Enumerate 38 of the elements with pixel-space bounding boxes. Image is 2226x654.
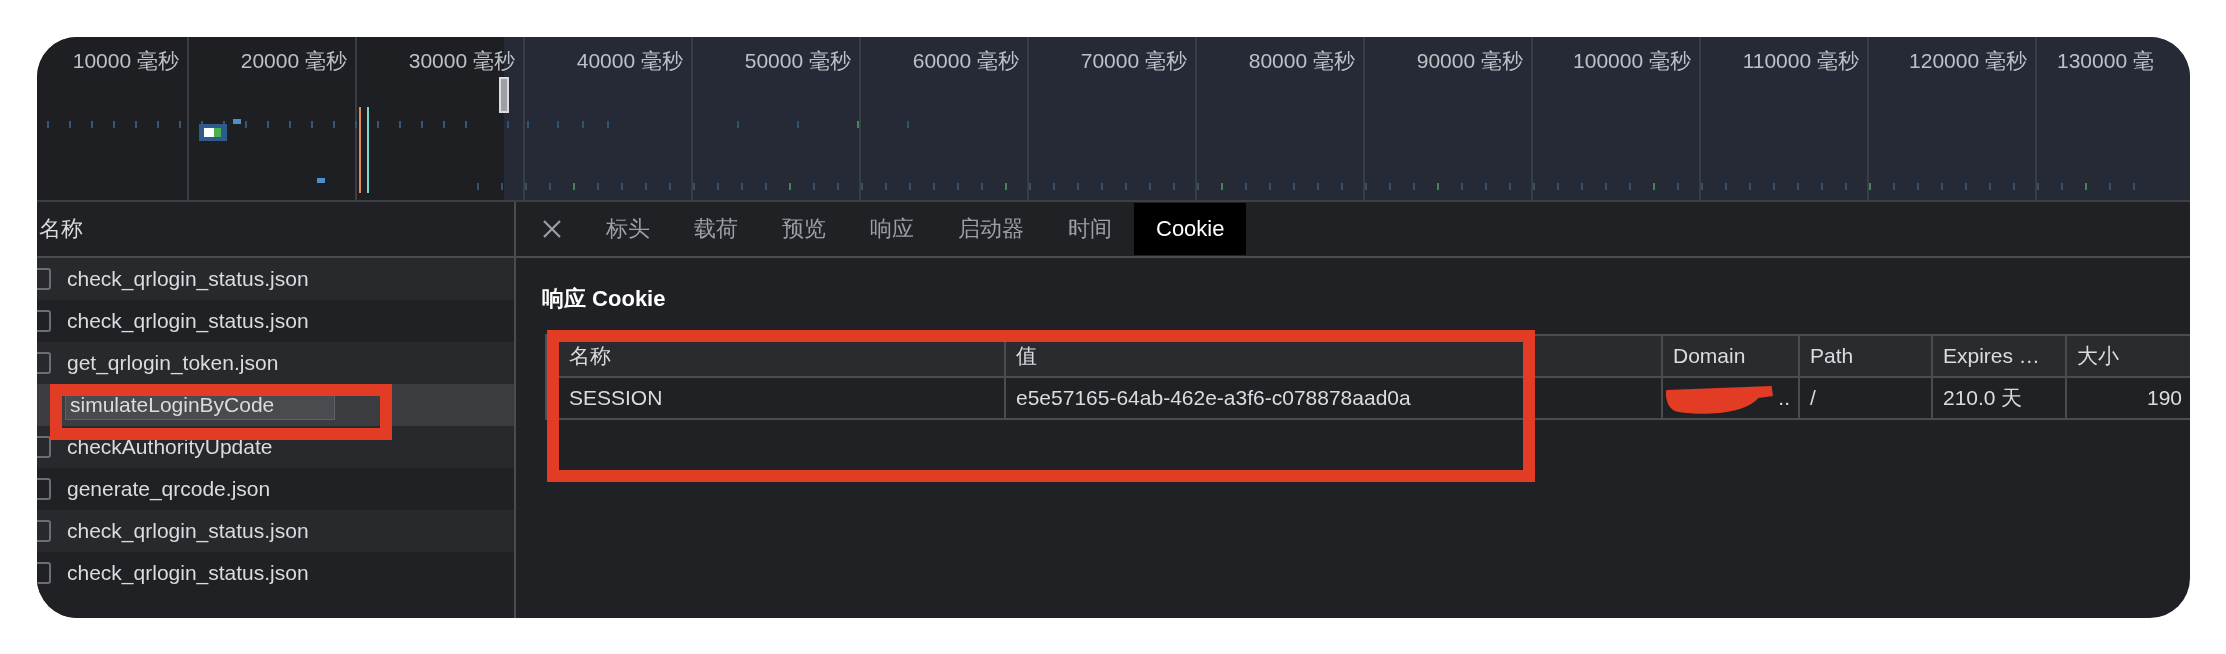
time-tick-label: 110000 毫秒 [1742, 48, 1859, 74]
table-cell: e5e57165-64ab-462e-a3f6-c078878aad0a [1006, 378, 1663, 418]
column-header[interactable]: 值 [1006, 336, 1663, 376]
table-cell-text: 190 [2145, 385, 2183, 411]
column-header: 名称 [39, 215, 83, 243]
column-header[interactable]: Expires … [1933, 336, 2067, 376]
time-tick-label: 30000 毫秒 [408, 48, 515, 74]
time-tick-label: 60000 毫秒 [912, 48, 1019, 74]
column-header[interactable]: Path [1800, 336, 1933, 376]
time-tick-label: 20000 毫秒 [240, 48, 347, 74]
time-tick-label: 90000 毫秒 [1416, 48, 1523, 74]
time-tick-label: 10000 毫秒 [72, 48, 179, 74]
time-tick-label: 70000 毫秒 [1080, 48, 1187, 74]
section-title: 响应 Cookie [542, 285, 667, 313]
time-tick-label: 50000 毫秒 [744, 48, 851, 74]
time-tick-label: 130000 毫 [2057, 48, 2154, 74]
table-cell: / [1800, 378, 1933, 418]
tab[interactable]: 预览 [760, 203, 848, 255]
close-icon[interactable] [542, 219, 562, 239]
request-row[interactable]: get_qrlogin_token.json [37, 342, 514, 384]
column-header[interactable]: 名称 [545, 336, 1006, 376]
time-tick-label: 40000 毫秒 [576, 48, 683, 74]
table-cell: 210.0 天 [1933, 378, 2067, 418]
tab[interactable]: 载荷 [672, 203, 760, 255]
time-tick-label: 80000 毫秒 [1248, 48, 1355, 74]
tab[interactable]: 响应 [848, 203, 936, 255]
table-cell: SESSION [545, 378, 1006, 418]
range-handle[interactable] [499, 77, 509, 113]
tab[interactable]: 标头 [584, 203, 672, 255]
request-row[interactable]: check_qrlogin_status.json [37, 510, 514, 552]
column-header[interactable]: Domain [1663, 336, 1800, 376]
tab[interactable]: 时间 [1046, 203, 1134, 255]
column-header[interactable]: 大小 [2067, 336, 2190, 376]
tab[interactable]: 启动器 [936, 203, 1046, 255]
time-tick-label: 100000 毫秒 [1573, 48, 1691, 74]
time-tick-label: 120000 毫秒 [1909, 48, 2027, 74]
request-row[interactable]: check_qrlogin_status.json [37, 258, 514, 300]
tab[interactable]: Cookie [1134, 203, 1247, 255]
